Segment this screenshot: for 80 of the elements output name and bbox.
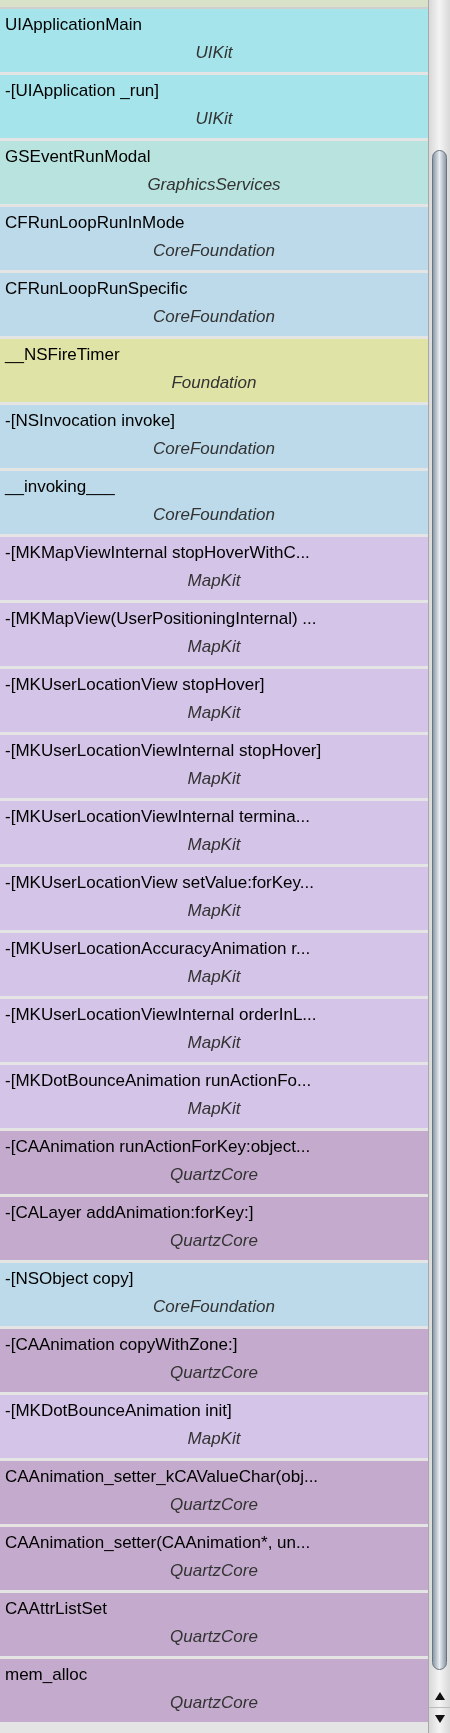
library-name: QuartzCore [170,1230,258,1252]
library-name: MapKit [187,1098,241,1120]
stack-frame-row[interactable]: -[MKDotBounceAnimation init] MapKit [0,1395,428,1458]
symbol-name: -[MKMapViewInternal stopHoverWithC... [5,542,310,564]
library-name: MapKit [187,768,241,790]
library-name: MapKit [187,966,241,988]
symbol-name: -[MKUserLocationView stopHover] [5,674,265,696]
symbol-name: __NSFireTimer [5,344,120,366]
symbol-name: CFRunLoopRunInMode [5,212,185,234]
symbol-name: -[MKUserLocationAccuracyAnimation r... [5,938,311,960]
stack-frame-row[interactable]: -[MKMapView(UserPositioningInternal) ... MapKit [0,603,428,666]
symbol-name: -[CALayer addAnimation:forKey:] [5,1202,254,1224]
library-name: UIKit [195,108,233,130]
symbol-name: -[MKDotBounceAnimation runActionFo... [5,1070,312,1092]
scrollbar-thumb[interactable] [432,150,447,1670]
scrollbar[interactable] [428,0,450,1733]
library-name: CoreFoundation [153,306,275,328]
stack-frame-row[interactable]: CFRunLoopRunInMode CoreFoundation [0,207,428,270]
library-name: CoreFoundation [153,1296,275,1318]
stack-frame-row[interactable]: -[MKUserLocationViewInternal orderInL... MapKit [0,999,428,1062]
symbol-name: -[NSObject copy] [5,1268,134,1290]
library-name: QuartzCore [170,1164,258,1186]
stack-frame-row[interactable]: -[UIApplication _run] UIKit [0,75,428,138]
stack-frame-row[interactable]: CFRunLoopRunSpecific CoreFoundation [0,273,428,336]
stack-frame-row[interactable]: -[MKUserLocationAccuracyAnimation r... MapKit [0,933,428,996]
library-name: QuartzCore [170,1362,258,1384]
symbol-name: CAAnimation_setter_kCAValueChar(obj... [5,1466,319,1488]
library-name: QuartzCore [170,1560,258,1582]
symbol-name: -[UIApplication _run] [5,80,160,102]
library-name: MapKit [187,900,241,922]
library-name: MapKit [187,636,241,658]
symbol-name: -[CAAnimation runActionForKey:object... [5,1136,311,1158]
library-name: MapKit [187,1032,241,1054]
stack-frame-row[interactable]: __invoking___ CoreFoundation [0,471,428,534]
symbol-name: CAAnimation_setter(CAAnimation*, un... [5,1532,311,1554]
stack-frame-row[interactable]: -[CAAnimation copyWithZone:] QuartzCore [0,1329,428,1392]
library-name: Foundation [171,372,257,394]
symbol-name: -[MKDotBounceAnimation init] [5,1400,232,1422]
library-name: MapKit [187,702,241,724]
symbol-name: GSEventRunModal [5,146,151,168]
library-name: MapKit [187,834,241,856]
library-name: CoreFoundation [153,240,275,262]
stack-frame-row[interactable]: -[MKUserLocationViewInternal stopHover] MapKit [0,735,428,798]
symbol-name: -[CAAnimation copyWithZone:] [5,1334,238,1356]
stack-frame-row[interactable]: -[CALayer addAnimation:forKey:] QuartzCore [0,1197,428,1260]
stack-frame-row[interactable]: __NSFireTimer Foundation [0,339,428,402]
stack-frame-row[interactable]: -[NSObject copy] CoreFoundation [0,1263,428,1326]
symbol-name: __invoking___ [5,476,115,498]
symbol-name: -[MKUserLocationViewInternal termina... [5,806,310,828]
stack-frame-row[interactable]: CAAttrListSet QuartzCore [0,1593,428,1656]
library-name: UIKit [195,42,233,64]
library-name: MapKit [187,570,241,592]
symbol-name: -[NSInvocation invoke] [5,410,176,432]
stack-frame-row[interactable]: CAAnimation_setter(CAAnimation*, un... QuartzCore [0,1527,428,1590]
symbol-name: -[MKUserLocationView setValue:forKey... [5,872,314,894]
symbol-name: -[MKMapView(UserPositioningInternal) ... [5,608,317,630]
stack-frame-row[interactable]: -[NSInvocation invoke] CoreFoundation [0,405,428,468]
symbol-name: -[MKUserLocationViewInternal stopHover] [5,740,322,762]
library-name: QuartzCore [170,1494,258,1516]
stack-frame-row[interactable]: -[MKDotBounceAnimation runActionFo... MapKit [0,1065,428,1128]
library-name: MapKit [187,1428,241,1450]
library-name: QuartzCore [170,1626,258,1648]
symbol-name: CAAttrListSet [5,1598,108,1620]
stack-frame-row[interactable]: -[MKMapViewInternal stopHoverWithC... MapKit [0,537,428,600]
library-name: CoreFoundation [153,438,275,460]
stack-frame-row[interactable]: GSEventRunModal GraphicsServices [0,141,428,204]
stack-frame-row[interactable]: -[MKUserLocationViewInternal termina... MapKit [0,801,428,864]
library-name: GraphicsServices [147,174,281,196]
stack-frame-row[interactable]: -[CAAnimation runActionForKey:object... QuartzCore [0,1131,428,1194]
stack-frame-row[interactable]: mem_alloc QuartzCore [0,1659,428,1722]
library-name: QuartzCore [170,1692,258,1714]
stack-frame-row[interactable]: UIApplicationMain UIKit [0,9,428,72]
symbol-name: mem_alloc [5,1664,88,1686]
symbol-name: UIApplicationMain [5,14,142,36]
symbol-name: CFRunLoopRunSpecific [5,278,188,300]
stack-frame-row[interactable]: -[MKUserLocationView setValue:forKey... MapKit [0,867,428,930]
stack-frame-row[interactable]: CAAnimation_setter_kCAValueChar(obj... QuartzCore [0,1461,428,1524]
stack-frame-row[interactable]: -[MKUserLocationView stopHover] MapKit [0,669,428,732]
library-name: CoreFoundation [153,504,275,526]
symbol-name: -[MKUserLocationViewInternal orderInL... [5,1004,317,1026]
